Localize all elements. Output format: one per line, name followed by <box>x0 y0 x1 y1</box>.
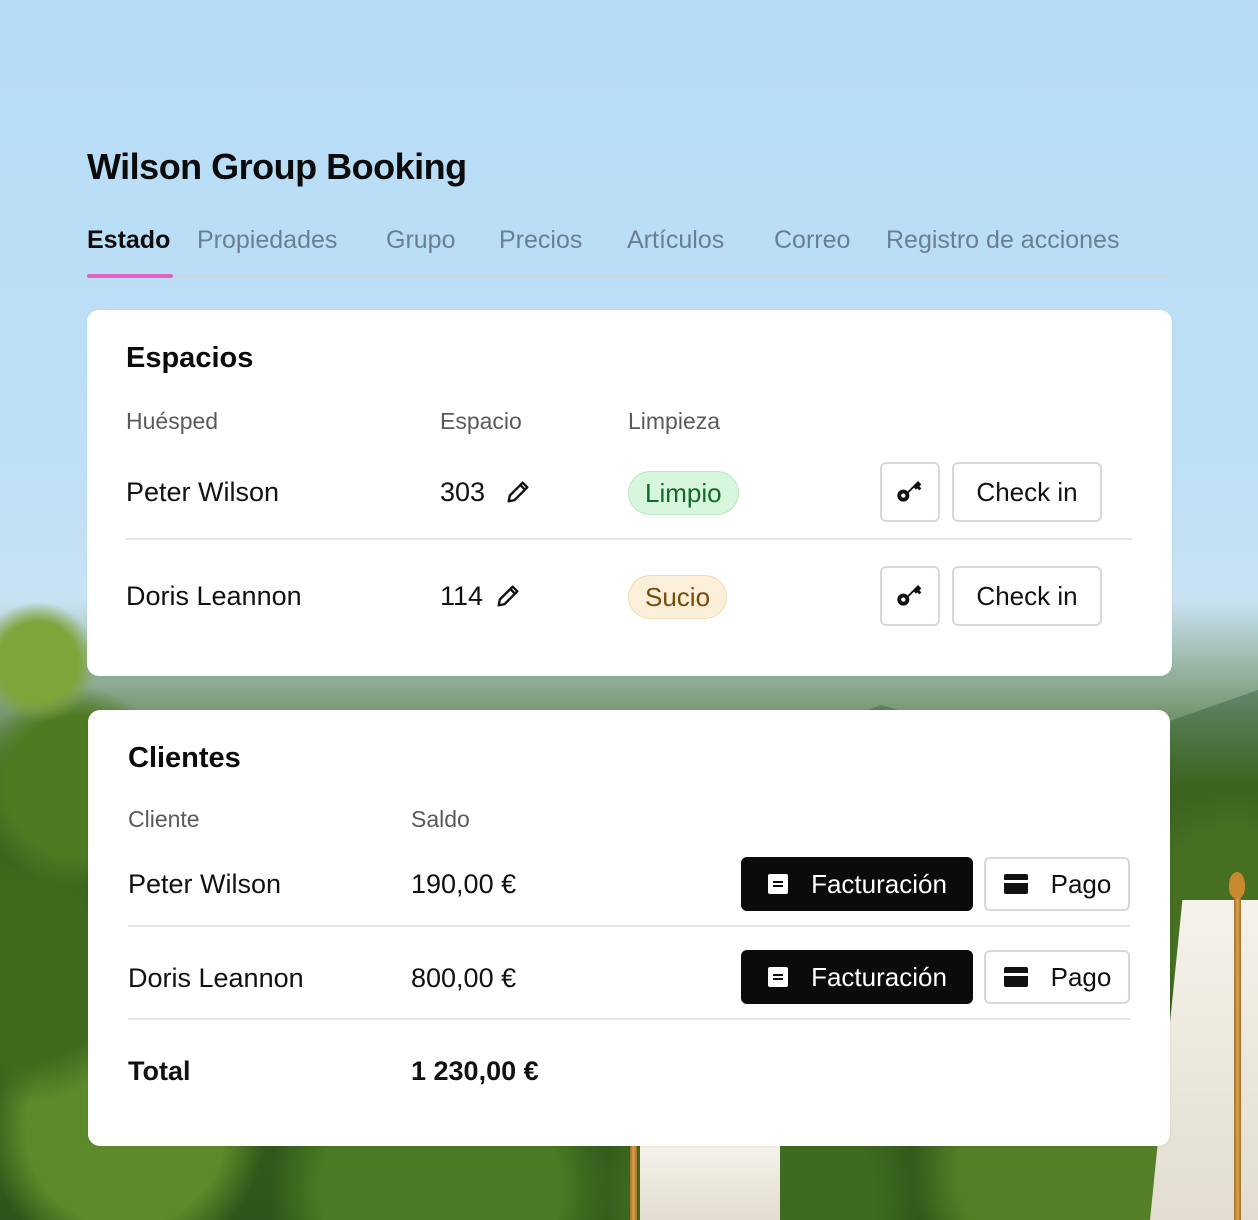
billing-button[interactable]: Facturación <box>741 950 973 1004</box>
spaces-card: Espacios Huésped Espacio Limpieza Peter … <box>87 310 1172 676</box>
tab-precios[interactable]: Precios <box>499 226 582 255</box>
client-balance: 800,00 € <box>411 963 517 993</box>
clients-title: Clientes <box>128 742 241 774</box>
tab-estado[interactable]: Estado <box>87 226 170 255</box>
cleaning-status-badge: Sucio <box>628 575 728 619</box>
flag-pole <box>630 1146 637 1220</box>
key-button[interactable] <box>880 462 940 522</box>
check-in-button[interactable]: Check in <box>952 462 1102 522</box>
billing-label: Facturación <box>811 868 947 899</box>
total-value: 1 230,00 € <box>411 1056 539 1086</box>
row-divider <box>128 1018 1130 1020</box>
card-icon <box>1003 966 1029 988</box>
space-number: 303 <box>440 477 486 507</box>
client-name: Doris Leannon <box>128 963 304 993</box>
clients-card: Clientes Cliente Saldo Peter Wilson 190,… <box>88 710 1170 1146</box>
billing-button[interactable]: Facturación <box>741 857 973 911</box>
space-number: 114 <box>440 581 484 611</box>
payment-button[interactable]: Pago <box>984 950 1130 1004</box>
key-button[interactable] <box>880 566 940 626</box>
check-in-button[interactable]: Check in <box>952 566 1102 626</box>
active-tab-indicator <box>87 274 173 278</box>
page-title: Wilson Group Booking <box>87 146 467 187</box>
tab-correo[interactable]: Correo <box>774 226 850 255</box>
column-header-client: Cliente <box>128 806 200 832</box>
cleaning-status-badge: Limpio <box>628 471 739 515</box>
tent-flag <box>640 1146 780 1220</box>
payment-button[interactable]: Pago <box>984 857 1130 911</box>
invoice-icon <box>767 873 789 895</box>
flag-pole <box>1234 890 1241 1220</box>
client-balance: 190,00 € <box>411 869 517 899</box>
row-divider <box>128 925 1130 927</box>
pole-finial <box>1229 872 1245 898</box>
payment-label: Pago <box>1050 961 1112 992</box>
invoice-icon <box>767 966 789 988</box>
key-icon <box>894 577 926 616</box>
pencil-icon[interactable] <box>504 478 532 506</box>
tab-articulos[interactable]: Artículos <box>627 226 724 255</box>
column-header-balance: Saldo <box>411 806 470 832</box>
spaces-title: Espacios <box>126 342 254 374</box>
tab-registro-de-acciones[interactable]: Registro de acciones <box>886 226 1119 255</box>
billing-label: Facturación <box>811 961 947 992</box>
client-name: Peter Wilson <box>128 869 282 899</box>
tab-grupo[interactable]: Grupo <box>386 226 455 255</box>
column-header-guest: Huésped <box>126 408 219 434</box>
key-icon <box>894 473 926 512</box>
guest-name: Doris Leannon <box>126 581 302 611</box>
total-label: Total <box>128 1056 191 1086</box>
tab-propiedades[interactable]: Propiedades <box>197 226 337 255</box>
column-header-space: Espacio <box>440 408 522 434</box>
guest-name: Peter Wilson <box>126 477 280 507</box>
column-header-cleaning: Limpieza <box>628 408 721 434</box>
tab-bar: Estado Propiedades Grupo Precios Artícul… <box>87 222 1172 278</box>
card-icon <box>1003 873 1029 895</box>
pencil-icon[interactable] <box>494 582 522 610</box>
row-divider <box>126 538 1132 540</box>
payment-label: Pago <box>1050 868 1112 899</box>
